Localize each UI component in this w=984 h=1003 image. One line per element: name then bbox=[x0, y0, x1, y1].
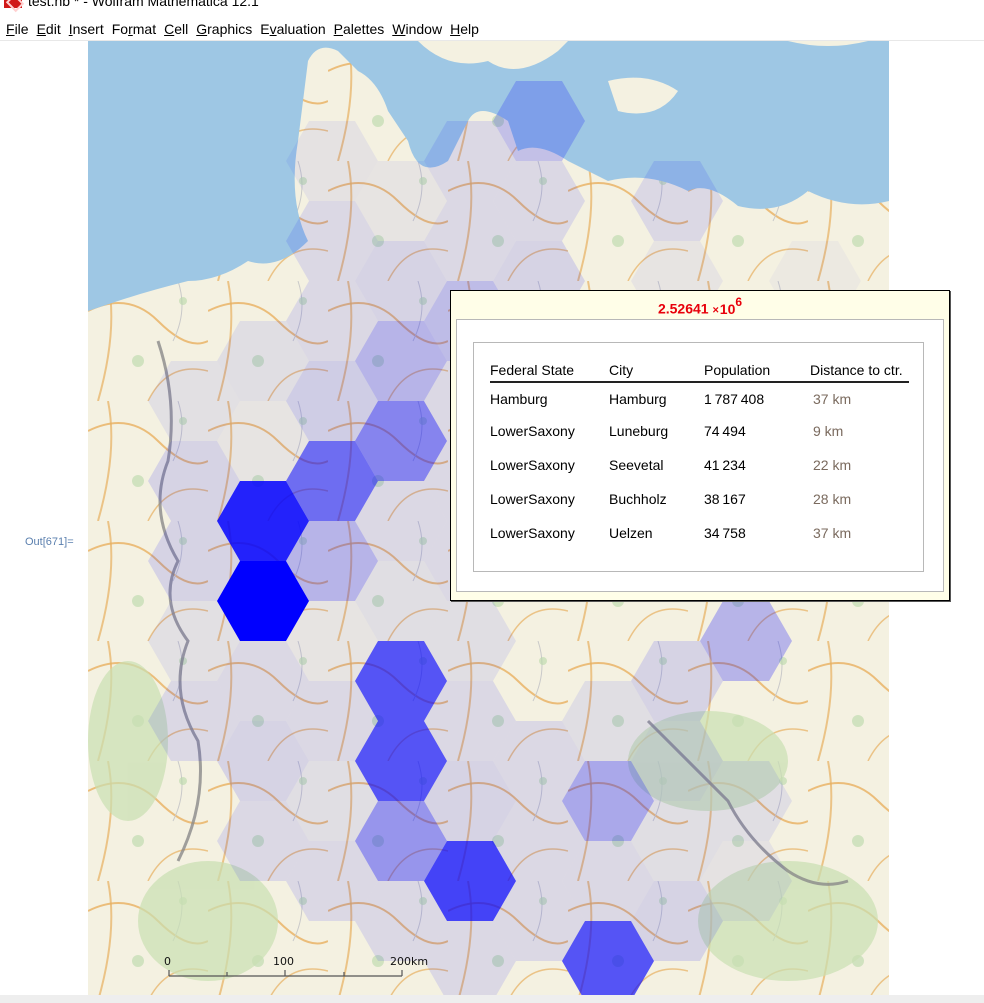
menu-help[interactable]: Help bbox=[450, 21, 479, 37]
menu-edit[interactable]: Edit bbox=[37, 21, 61, 37]
cell-population: 38 167 bbox=[704, 491, 746, 507]
menu-cell[interactable]: Cell bbox=[164, 21, 188, 37]
output-cell-label: Out[671]= bbox=[25, 536, 74, 548]
cell-federal-state: LowerSaxony bbox=[490, 525, 575, 541]
cell-population: 34 758 bbox=[704, 525, 746, 541]
menu-evaluation[interactable]: Evaluation bbox=[260, 21, 325, 37]
window-title: test.nb * - Wolfram Mathematica 12.1 bbox=[28, 0, 259, 9]
cell-federal-state: LowerSaxony bbox=[490, 423, 575, 439]
scale-tick-label: 0 bbox=[164, 955, 171, 968]
window-bottom-bar bbox=[0, 995, 984, 1003]
table-row: LowerSaxony Luneburg 74 494 9 km bbox=[490, 414, 909, 448]
cell-federal-state: LowerSaxony bbox=[490, 457, 575, 473]
cell-distance: 37 km bbox=[813, 525, 852, 541]
header-distance: Distance to ctr. bbox=[810, 359, 909, 383]
cell-population: 1 787 408 bbox=[704, 390, 765, 407]
menu-window[interactable]: Window bbox=[392, 21, 442, 37]
header-population: Population bbox=[704, 359, 810, 383]
header-federal-state: Federal State bbox=[490, 359, 609, 383]
cell-population: 74 494 bbox=[704, 423, 746, 439]
cell-distance: 22 km bbox=[813, 457, 852, 473]
cell-city: Uelzen bbox=[609, 525, 653, 541]
city-table-frame: Federal State City Population Distance t… bbox=[473, 342, 924, 572]
tooltip-panel: Federal State City Population Distance t… bbox=[456, 319, 944, 592]
menu-graphics[interactable]: Graphics bbox=[196, 21, 252, 37]
menu-insert[interactable]: Insert bbox=[69, 21, 104, 37]
scale-tick-label: 100 bbox=[273, 955, 294, 968]
window-title-bar: test.nb * - Wolfram Mathematica 12.1 bbox=[0, 0, 984, 10]
city-table: Federal State City Population Distance t… bbox=[490, 359, 909, 550]
table-header-row: Federal State City Population Distance t… bbox=[490, 359, 909, 383]
cell-city: Hamburg bbox=[609, 390, 667, 407]
table-row: LowerSaxony Buchholz 38 167 28 km bbox=[490, 482, 909, 516]
table-row: LowerSaxony Seevetal 41 234 22 km bbox=[490, 448, 909, 482]
wolfram-mathematica-icon bbox=[4, 0, 22, 8]
table-row: Hamburg Hamburg 1 787 408 37 km bbox=[490, 382, 909, 414]
tooltip-value: 2.52641 × 106 bbox=[451, 295, 949, 317]
menu-file[interactable]: File bbox=[6, 21, 29, 37]
cell-city: Luneburg bbox=[609, 423, 669, 439]
menu-format[interactable]: Format bbox=[112, 21, 156, 37]
cell-distance: 37 km bbox=[813, 390, 852, 407]
cell-population: 41 234 bbox=[704, 457, 746, 473]
hex-tooltip: 2.52641 × 106 Federal State City Populat… bbox=[450, 290, 950, 601]
menu-palettes[interactable]: Palettes bbox=[334, 21, 385, 37]
cell-city: Buchholz bbox=[609, 491, 667, 507]
cell-federal-state: LowerSaxony bbox=[490, 491, 575, 507]
tooltip-value-times: × bbox=[712, 304, 719, 317]
tooltip-value-exponent: 6 bbox=[735, 295, 743, 309]
tooltip-value-mantissa: 2.52641 bbox=[657, 300, 709, 317]
cell-city: Seevetal bbox=[609, 457, 664, 473]
header-city: City bbox=[609, 359, 704, 383]
table-row: LowerSaxony Uelzen 34 758 37 km bbox=[490, 516, 909, 550]
cell-federal-state: Hamburg bbox=[490, 390, 548, 407]
menu-bar: File Edit Insert Format Cell Graphics Evaluati… bbox=[0, 18, 984, 40]
cell-distance: 9 km bbox=[813, 423, 844, 439]
scale-tick-label: 200km bbox=[390, 955, 429, 968]
tooltip-value-base: 10 bbox=[719, 300, 736, 317]
cell-distance: 28 km bbox=[813, 491, 852, 507]
